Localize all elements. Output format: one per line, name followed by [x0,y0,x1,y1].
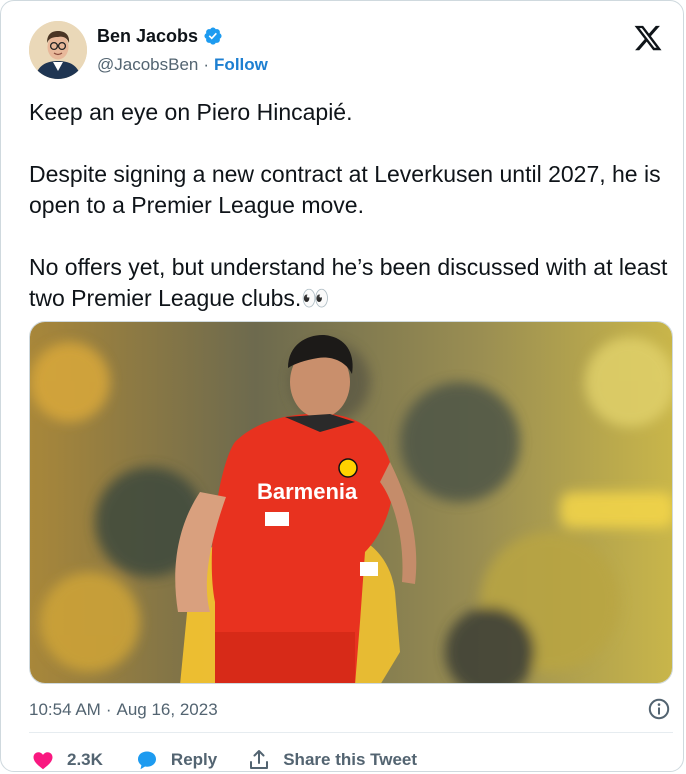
reply-label: Reply [170,750,218,769]
shirt-sponsor: Barmenia [257,479,358,504]
handle-row: @JacobsBen · Follow [97,55,268,75]
verified-badge-icon [204,27,222,45]
author-name[interactable]: Ben Jacobs [97,25,198,47]
reply-button[interactable]: Reply [135,748,218,771]
tweet-photo[interactable]: Barmenia [29,321,673,684]
time-separator: · [105,700,112,719]
author-info: Ben Jacobs @JacobsBen · Follow [97,25,268,75]
divider [29,732,673,733]
player-photo: Barmenia [30,322,672,683]
tweet-text: Keep an eye on Piero Hincapié. Despite s… [29,97,669,314]
tweet-meta: 10:54 AM · Aug 16, 2023 [29,697,673,723]
tweet-actions: 2.3K Reply Share this Tweet [31,745,418,771]
tweet-paragraph: Despite signing a new contract at Leverk… [29,161,661,218]
tweet-card: Ben Jacobs @JacobsBen · Follow Keep an e… [0,0,684,772]
author-name-row: Ben Jacobs [97,25,268,47]
separator-dot: · [203,55,210,74]
avatar-image [29,21,87,79]
follow-button[interactable]: Follow [214,55,268,75]
tweet-time[interactable]: 10:54 AM [29,700,101,720]
heart-icon [33,752,53,770]
share-button[interactable]: Share this Tweet [247,748,418,771]
author-handle[interactable]: @JacobsBen [97,55,198,75]
like-button[interactable]: 2.3K [31,748,103,771]
like-count: 2.3K [67,750,103,769]
share-label: Share this Tweet [283,750,418,769]
share-icon [250,750,269,769]
info-icon[interactable] [647,697,671,721]
tweet-paragraph: No offers yet, but understand he’s been … [29,254,668,311]
avatar[interactable] [29,21,87,79]
reply-bubble-icon [137,751,156,770]
tweet-header: Ben Jacobs @JacobsBen · Follow [29,19,268,81]
tweet-date[interactable]: Aug 16, 2023 [117,700,218,720]
tweet-paragraph: Keep an eye on Piero Hincapié. [29,99,353,125]
x-logo-icon[interactable] [633,23,663,53]
